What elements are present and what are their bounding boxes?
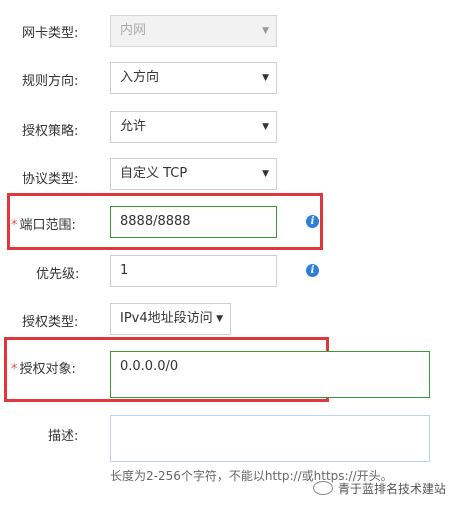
auth-type-select[interactable]: IPv4地址段访问 ▼ bbox=[110, 303, 231, 335]
description-textarea[interactable] bbox=[110, 415, 430, 462]
nic-type-select: 内网 ▼ bbox=[110, 15, 277, 47]
info-icon[interactable]: i bbox=[306, 215, 319, 228]
chevron-down-icon: ▼ bbox=[262, 26, 269, 36]
description-label: 描述: bbox=[48, 429, 79, 444]
port-range-label: * 端口范围: bbox=[11, 214, 76, 233]
wechat-icon bbox=[313, 481, 333, 495]
port-range-label-text: 端口范围: bbox=[19, 218, 76, 233]
auth-policy-label: 授权策略: bbox=[22, 124, 79, 139]
port-range-value: 8888/8888 bbox=[120, 214, 191, 229]
port-range-input[interactable]: 8888/8888 bbox=[110, 206, 277, 238]
auth-type-label: 授权类型: bbox=[22, 315, 79, 330]
rule-direction-value: 入方向 bbox=[120, 70, 160, 85]
priority-input[interactable]: 1 bbox=[110, 255, 277, 287]
auth-object-value: 0.0.0.0/0 bbox=[120, 359, 179, 374]
security-group-rule-form: 网卡类型: 内网 ▼ 规则方向: 入方向 ▼ 授权策略: 允许 ▼ 协议类型: … bbox=[0, 0, 451, 508]
required-mark: * bbox=[11, 362, 18, 377]
protocol-type-select[interactable]: 自定义 TCP ▼ bbox=[110, 158, 277, 190]
auth-type-value: IPv4地址段访问 bbox=[120, 311, 213, 326]
protocol-type-value: 自定义 TCP bbox=[120, 166, 188, 181]
nic-type-label: 网卡类型: bbox=[22, 26, 79, 41]
auth-policy-value: 允许 bbox=[120, 119, 147, 134]
rule-direction-select[interactable]: 入方向 ▼ bbox=[110, 62, 277, 94]
info-icon[interactable]: i bbox=[306, 264, 319, 277]
auth-policy-select[interactable]: 允许 ▼ bbox=[110, 111, 277, 143]
required-mark: * bbox=[11, 218, 18, 233]
nic-type-value: 内网 bbox=[120, 23, 147, 38]
chevron-down-icon: ▼ bbox=[262, 122, 269, 132]
auth-object-label-text: 授权对象: bbox=[19, 362, 76, 377]
priority-label: 优先级: bbox=[36, 267, 80, 282]
rule-direction-label: 规则方向: bbox=[22, 74, 79, 89]
auth-object-label: * 授权对象: bbox=[11, 358, 76, 377]
priority-value: 1 bbox=[120, 263, 129, 278]
chevron-down-icon: ▼ bbox=[262, 73, 269, 83]
auth-object-textarea[interactable]: 0.0.0.0/0 bbox=[110, 351, 430, 398]
watermark-text: 青于蓝排名技术建站 bbox=[338, 482, 447, 496]
chevron-down-icon: ▼ bbox=[262, 169, 269, 179]
protocol-type-label: 协议类型: bbox=[22, 172, 79, 187]
chevron-down-icon: ▼ bbox=[216, 314, 223, 324]
